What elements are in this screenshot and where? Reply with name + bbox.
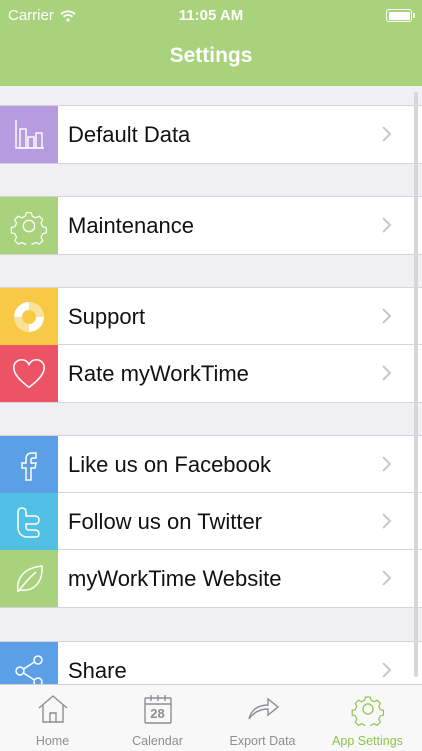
settings-list[interactable]: Default Data Maintenance Support Rate my… (0, 86, 422, 684)
home-icon (38, 695, 68, 723)
row-maintenance[interactable]: Maintenance (0, 197, 422, 254)
row-default-data[interactable]: Default Data (0, 106, 422, 163)
tab-label: Calendar (132, 734, 183, 748)
lifebuoy-icon (0, 288, 58, 345)
row-support[interactable]: Support (0, 288, 422, 345)
gear-icon (0, 197, 58, 254)
leaf-icon (0, 550, 58, 607)
chevron-right-icon (382, 513, 392, 529)
group-divider (0, 163, 422, 164)
row-label: Support (68, 304, 146, 329)
row-facebook[interactable]: Like us on Facebook (0, 436, 422, 493)
row-label: Maintenance (68, 213, 194, 238)
chevron-right-icon (382, 126, 392, 142)
row-label: Rate myWorkTime (68, 361, 249, 386)
heart-icon (0, 345, 58, 402)
scrollbar[interactable] (414, 92, 418, 677)
chevron-right-icon (382, 662, 392, 678)
row-label: Follow us on Twitter (68, 509, 263, 534)
row-website[interactable]: myWorkTime Website (0, 550, 422, 607)
row-rate[interactable]: Rate myWorkTime (0, 345, 422, 402)
export-arrow-icon (248, 697, 280, 720)
twitter-icon (0, 493, 58, 550)
status-bar: Carrier 11:05 AM (0, 0, 422, 30)
tab-export[interactable]: Export Data (210, 685, 315, 751)
tab-home[interactable]: Home (0, 685, 105, 751)
chevron-right-icon (382, 217, 392, 233)
group-divider (0, 254, 422, 255)
tab-label: App Settings (332, 734, 403, 748)
chevron-right-icon (382, 570, 392, 586)
chevron-right-icon (382, 365, 392, 381)
navigation-header: Carrier 11:05 AM Settings (0, 0, 422, 86)
share-icon (0, 642, 58, 684)
tab-label: Export Data (229, 734, 296, 748)
row-label: Share (68, 658, 127, 683)
row-label: Like us on Facebook (68, 452, 272, 477)
chevron-right-icon (382, 456, 392, 472)
tab-bar: Home 28 Calendar Export Data App Setting… (0, 684, 422, 751)
row-label: myWorkTime Website (68, 566, 282, 591)
facebook-icon (0, 436, 58, 493)
battery-icon (386, 9, 415, 22)
row-share[interactable]: Share (0, 642, 422, 684)
tab-app-settings[interactable]: App Settings (315, 685, 420, 751)
bar-chart-icon (0, 106, 58, 163)
tab-label: Home (35, 734, 70, 748)
status-time: 11:05 AM (178, 7, 244, 24)
group-divider (0, 607, 422, 608)
row-label: Default Data (68, 122, 191, 147)
group-divider (0, 402, 422, 403)
gear-icon (351, 696, 385, 726)
tab-calendar[interactable]: 28 Calendar (105, 685, 210, 751)
page-title: Settings (169, 44, 253, 67)
calendar-day: 28 (150, 706, 165, 721)
chevron-right-icon (382, 308, 392, 324)
row-twitter[interactable]: Follow us on Twitter (0, 493, 422, 550)
